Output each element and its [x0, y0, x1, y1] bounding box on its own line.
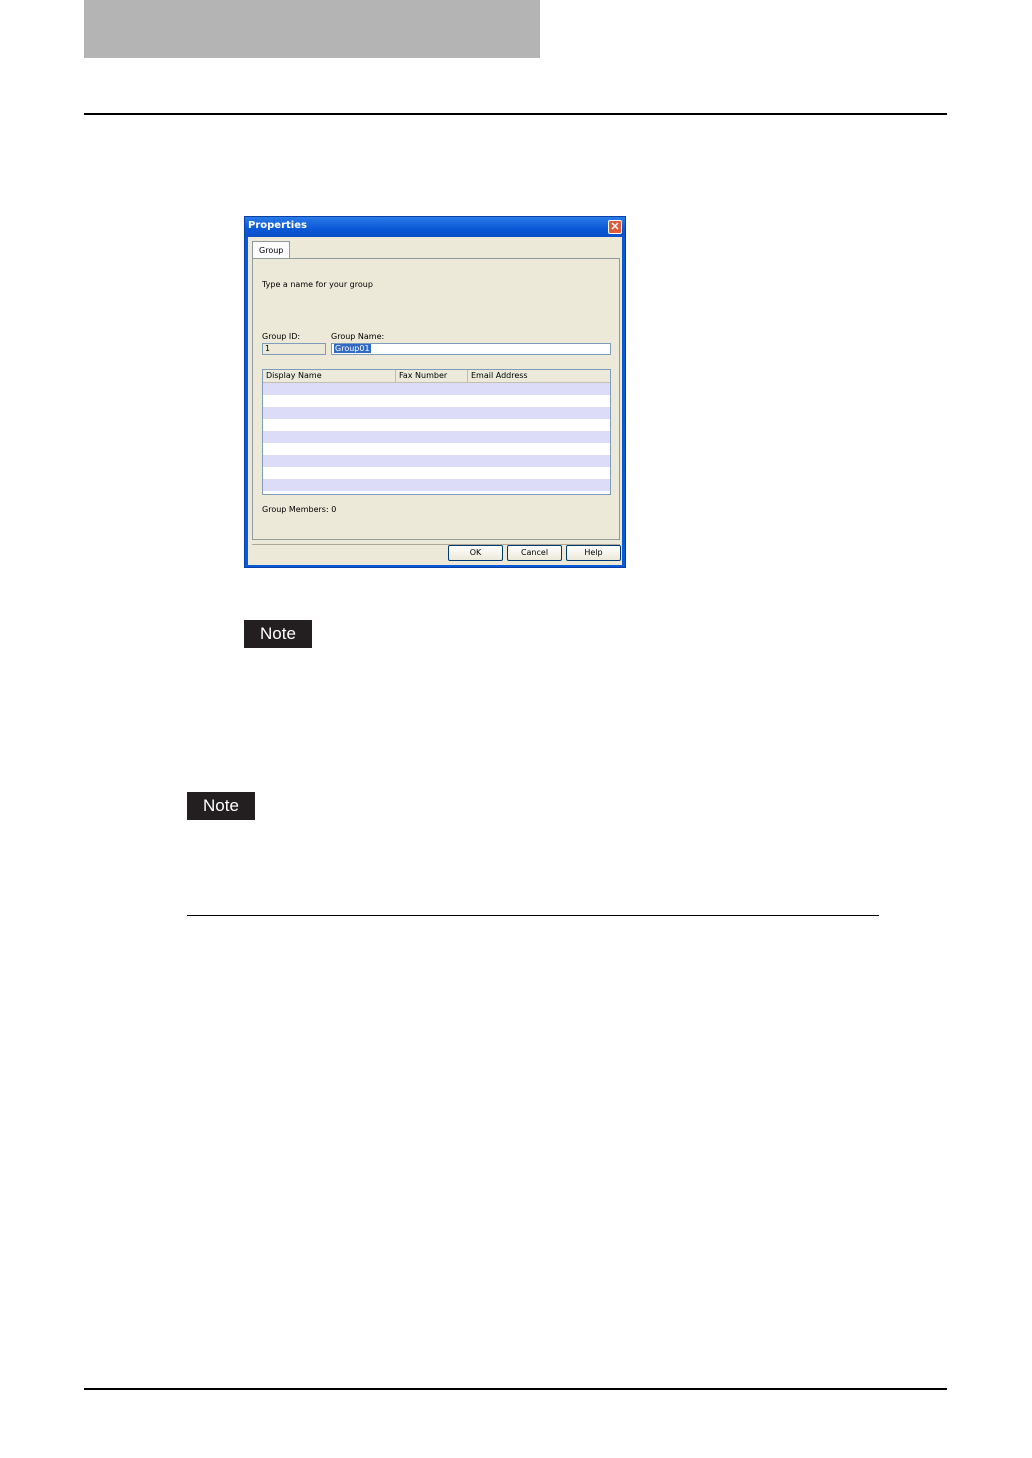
column-email-address[interactable]: Email Address — [468, 370, 610, 382]
column-fax-number[interactable]: Fax Number — [396, 370, 468, 382]
button-separator — [252, 544, 620, 545]
instruction-text: Type a name for your group — [262, 280, 373, 289]
list-row — [263, 455, 610, 467]
ok-button[interactable]: OK — [448, 545, 503, 561]
properties-dialog: Properties ✕ Group Type a name for your … — [244, 216, 626, 568]
header-rule — [84, 113, 947, 115]
group-name-label: Group Name: — [331, 332, 385, 341]
page-header-bar — [84, 0, 540, 58]
close-icon[interactable]: ✕ — [608, 220, 622, 234]
list-row — [263, 419, 610, 431]
members-list-header: Display Name Fax Number Email Address — [263, 370, 610, 383]
list-row — [263, 395, 610, 407]
dialog-title: Properties — [248, 220, 307, 231]
dialog-client: Group Type a name for your group Group I… — [248, 237, 622, 565]
list-row — [263, 407, 610, 419]
section-rule — [187, 915, 879, 916]
list-row — [263, 479, 610, 491]
group-id-field: 1 — [262, 343, 326, 355]
group-name-value: Group01 — [334, 344, 371, 353]
members-list[interactable]: Display Name Fax Number Email Address — [262, 369, 611, 495]
group-id-label: Group ID: — [262, 332, 301, 341]
note-badge: Note — [244, 620, 312, 648]
tab-group[interactable]: Group — [252, 241, 291, 259]
note-badge: Note — [187, 792, 255, 820]
dialog-titlebar[interactable]: Properties ✕ — [245, 217, 625, 237]
list-row — [263, 443, 610, 455]
cancel-button[interactable]: Cancel — [507, 545, 562, 561]
list-row — [263, 467, 610, 479]
list-row — [263, 383, 610, 395]
column-display-name[interactable]: Display Name — [263, 370, 396, 382]
help-button[interactable]: Help — [566, 545, 621, 561]
group-name-input[interactable]: Group01 — [331, 343, 611, 355]
group-members-count: Group Members: 0 — [262, 505, 337, 514]
footer-rule — [84, 1388, 947, 1390]
list-row — [263, 431, 610, 443]
